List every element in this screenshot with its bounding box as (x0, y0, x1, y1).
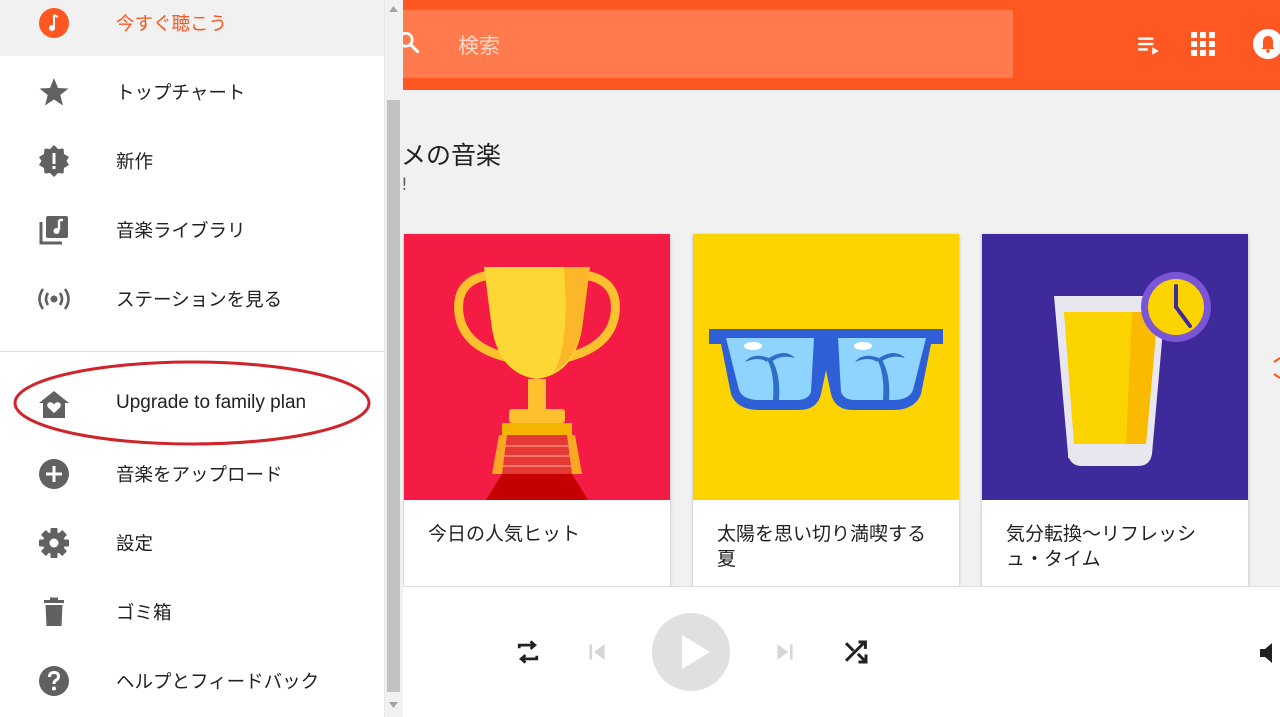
nav-item-music-library[interactable]: 音楽ライブラリ (0, 198, 384, 258)
playlist-card-title: 気分転換〜リフレッシュ・タイム (1006, 523, 1197, 570)
navigation-drawer: 今すぐ聴こう トップチャート 新作 音楽ライブラリ ステーションを見る Upgr… (0, 0, 384, 717)
nav-item-label: ゴミ箱 (116, 603, 172, 624)
nav-item-label: 音楽をアップロード (116, 465, 283, 486)
nav-item-listen-now[interactable]: 今すぐ聴こう (0, 0, 384, 56)
queue-icon[interactable] (1136, 32, 1162, 58)
star-icon (39, 78, 69, 106)
search-placeholder: 検索 (458, 34, 500, 58)
nav-item-label: 今すぐ聴こう (116, 14, 228, 35)
nav-item-label: 設定 (116, 534, 154, 555)
add-circle-icon (39, 459, 69, 489)
next-page-chevron-icon[interactable] (1270, 356, 1280, 380)
radio-station-icon (38, 288, 70, 310)
library-music-icon (39, 216, 68, 245)
trash-icon (44, 597, 64, 626)
scroll-up-arrow-icon[interactable] (388, 4, 399, 14)
previous-icon[interactable] (584, 639, 610, 665)
scrollbar-thumb[interactable] (387, 100, 400, 692)
nav-item-settings[interactable]: 設定 (0, 511, 384, 571)
sunglasses-art (693, 234, 959, 500)
playlist-card-title: 今日の人気ヒット (428, 523, 581, 545)
nav-item-label: 音楽ライブラリ (116, 221, 246, 242)
section-title: メの音楽 (401, 141, 502, 170)
family-home-icon (39, 391, 69, 418)
playlist-card[interactable]: 太陽を思い切り満喫する夏 (693, 234, 959, 586)
nav-item-help-feedback[interactable]: ヘルプとフィードバック (0, 649, 384, 709)
new-release-icon (39, 145, 69, 177)
drawer-divider (0, 351, 384, 352)
playlist-card[interactable]: 今日の人気ヒット (404, 234, 670, 586)
shuffle-icon[interactable] (841, 637, 871, 667)
help-icon (39, 666, 69, 696)
play-icon (682, 635, 710, 669)
nav-item-label: Upgrade to family plan (116, 392, 307, 413)
nav-item-label: トップチャート (116, 83, 246, 104)
volume-icon[interactable] (1256, 638, 1280, 668)
gear-icon (39, 528, 69, 558)
playlist-card-title: 太陽を思い切り満喫する夏 (717, 523, 927, 570)
nav-item-upload-music[interactable]: 音楽をアップロード (0, 442, 384, 502)
trophy-art (404, 234, 670, 500)
scroll-down-arrow-icon[interactable] (388, 700, 399, 710)
listen-now-icon (39, 8, 69, 38)
repeat-icon[interactable] (513, 637, 543, 667)
play-button[interactable] (652, 613, 730, 691)
nav-item-label: ヘルプとフィードバック (116, 672, 320, 693)
notifications-icon[interactable] (1252, 28, 1280, 60)
nav-item-stations[interactable]: ステーションを見る (0, 267, 384, 327)
nav-item-trash[interactable]: ゴミ箱 (0, 580, 384, 640)
nav-item-label: ステーションを見る (116, 290, 283, 311)
apps-icon[interactable] (1190, 31, 1216, 57)
juice-clock-art (982, 234, 1248, 500)
playlist-card[interactable]: 気分転換〜リフレッシュ・タイム (982, 234, 1248, 586)
nav-item-new-releases[interactable]: 新作 (0, 129, 384, 189)
nav-item-top-charts[interactable]: トップチャート (0, 60, 384, 120)
next-icon[interactable] (772, 639, 798, 665)
nav-item-label: 新作 (116, 152, 154, 173)
nav-item-upgrade-family-plan[interactable]: Upgrade to family plan (0, 373, 384, 433)
